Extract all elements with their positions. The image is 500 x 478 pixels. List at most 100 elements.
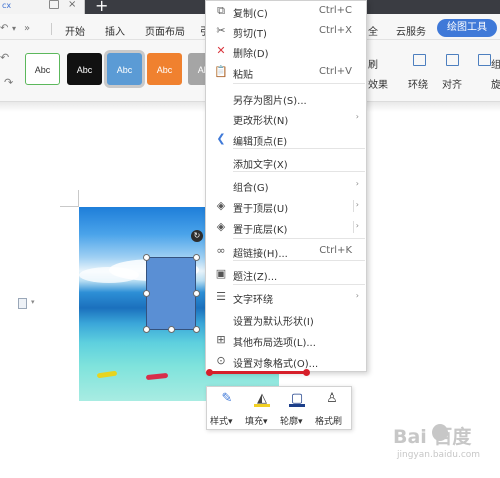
- wrap-icon[interactable]: [413, 54, 426, 66]
- selected-rectangle-shape[interactable]: [146, 257, 196, 330]
- menu-item-label: 设置对象格式(O)...: [233, 359, 319, 370]
- resize-handle[interactable]: [143, 326, 150, 333]
- effects-button[interactable]: 效果: [368, 76, 388, 91]
- outline-tool-label: 轮廓▾: [280, 417, 303, 427]
- menu-item-label: 另存为图片(S)...: [233, 96, 307, 107]
- align-button[interactable]: 对齐: [442, 76, 462, 91]
- tab-insert[interactable]: 插入: [105, 23, 125, 38]
- paragraph-layout-icon[interactable]: [18, 298, 27, 309]
- resize-handle[interactable]: [143, 290, 150, 297]
- split-separator: [353, 221, 354, 233]
- redo-icon[interactable]: ↷: [4, 76, 13, 89]
- menu-item-hyperlink[interactable]: ∞ 超链接(H)... Ctrl+K: [206, 241, 366, 261]
- shortcut-text: Ctrl+V: [318, 66, 352, 77]
- dropdown-icon[interactable]: ▾: [12, 24, 16, 33]
- menu-item-paste[interactable]: 📋 粘贴 Ctrl+V: [206, 62, 366, 82]
- resize-handle[interactable]: [168, 326, 175, 333]
- tab-home[interactable]: 开始: [65, 23, 85, 38]
- menu-item-delete[interactable]: ✕ 删除(D): [206, 41, 366, 61]
- fill-tool-button[interactable]: ◭ 填充▾: [245, 391, 279, 427]
- resize-handle[interactable]: [193, 254, 200, 261]
- chevron-right-icon: ›: [355, 179, 359, 188]
- style-tool-button[interactable]: ✎ 样式▾: [210, 391, 244, 427]
- menu-item-group[interactable]: 组合(G) ›: [206, 175, 366, 195]
- chevron-right-icon: ›: [355, 112, 359, 121]
- tab-security[interactable]: 全: [368, 23, 378, 38]
- menu-item-set-default-shape[interactable]: 设置为默认形状(I): [206, 309, 366, 329]
- fill-bucket-icon: ◭: [254, 391, 270, 407]
- group-button[interactable]: 组: [491, 56, 500, 71]
- menu-divider: [233, 83, 365, 84]
- shape-style-option-selected[interactable]: Abc: [107, 53, 142, 85]
- new-tab-button[interactable]: +: [95, 0, 108, 15]
- more-icon[interactable]: »: [24, 23, 30, 34]
- menu-item-label: 添加文字(X): [233, 160, 288, 171]
- wrap-button[interactable]: 环绕: [408, 76, 428, 91]
- edit-points-icon: ❮: [216, 132, 226, 145]
- align-icon[interactable]: [446, 54, 459, 66]
- rotate-handle-icon[interactable]: ↻: [191, 230, 203, 242]
- document-tab-label: cx: [2, 1, 12, 10]
- menu-item-caption[interactable]: ▣ 题注(Z)...: [206, 264, 366, 284]
- brush-label[interactable]: 刷: [368, 56, 378, 71]
- kayak: [145, 372, 169, 381]
- resize-handle[interactable]: [143, 254, 150, 261]
- format-painter-tool-button[interactable]: ♙ 格式刷: [315, 391, 349, 427]
- text-wrap-icon: ☰: [216, 290, 226, 303]
- menu-item-change-shape[interactable]: 更改形状(N) ›: [206, 108, 366, 128]
- resize-handle[interactable]: [193, 290, 200, 297]
- menu-item-label: 题注(Z)...: [233, 272, 278, 283]
- chevron-down-icon[interactable]: ▾: [31, 298, 35, 306]
- undo-icon[interactable]: ↶: [0, 51, 9, 64]
- group-icon[interactable]: [478, 54, 491, 66]
- shape-style-option[interactable]: Abc: [25, 53, 60, 85]
- menu-item-format-object[interactable]: ⊙ 设置对象格式(O)...: [206, 351, 366, 371]
- split-separator: [353, 200, 354, 212]
- menu-item-label: 文字环绕: [233, 295, 273, 306]
- fill-tool-label: 填充▾: [245, 417, 268, 427]
- annotation-underline: [209, 371, 308, 374]
- menu-item-bring-to-front[interactable]: ◈ 置于顶层(U) ›: [206, 196, 366, 216]
- menu-divider: [233, 238, 365, 239]
- menu-item-copy[interactable]: ⧉ 复制(C) Ctrl+C: [206, 1, 366, 21]
- menu-item-label: 超链接(H)...: [233, 249, 288, 260]
- menu-item-cut[interactable]: ✂ 剪切(T) Ctrl+X: [206, 21, 366, 41]
- menu-divider: [233, 260, 365, 261]
- chevron-right-icon: ›: [355, 291, 359, 300]
- menu-item-label: 设置为默认形状(I): [233, 317, 314, 328]
- brush-icon: ✎: [221, 391, 233, 406]
- menu-item-send-to-back[interactable]: ◈ 置于底层(K) ›: [206, 217, 366, 237]
- menu-item-text-wrap[interactable]: ☰ 文字环绕 ›: [206, 287, 366, 307]
- document-tab[interactable]: cx ×: [0, 0, 85, 14]
- undo-icon[interactable]: ↶: [0, 23, 8, 34]
- menu-separator: [51, 23, 52, 35]
- menu-item-label: 粘贴: [233, 70, 253, 81]
- shape-style-option[interactable]: Abc: [67, 53, 102, 85]
- menu-item-add-text[interactable]: 添加文字(X): [206, 152, 366, 172]
- delete-icon: ✕: [216, 44, 226, 57]
- annotation-dot: [206, 369, 213, 376]
- menu-divider: [233, 284, 365, 285]
- rotate-button[interactable]: 旋: [491, 76, 500, 91]
- tab-cloud-service[interactable]: 云服务: [396, 23, 426, 38]
- shape-style-option[interactable]: Abc: [147, 53, 182, 85]
- tab-drawing-tools[interactable]: 绘图工具: [437, 19, 497, 37]
- close-icon[interactable]: ×: [68, 0, 76, 10]
- menu-item-more-layout[interactable]: ⊞ 其他布局选项(L)...: [206, 330, 366, 350]
- format-object-icon: ⊙: [216, 354, 226, 367]
- paste-icon: 📋: [214, 65, 228, 78]
- chevron-right-icon: ›: [355, 221, 359, 230]
- resize-handle[interactable]: [193, 326, 200, 333]
- menu-item-save-as-picture[interactable]: 另存为图片(S)...: [206, 88, 366, 108]
- tab-page-layout[interactable]: 页面布局: [145, 23, 185, 38]
- outline-tool-button[interactable]: ▢ 轮廓▾: [280, 391, 314, 427]
- menu-item-edit-points[interactable]: ❮ 编辑顶点(E): [206, 129, 366, 149]
- menu-item-label: 删除(D): [233, 49, 269, 60]
- menu-item-label: 置于顶层(U): [233, 204, 289, 215]
- menu-item-label: 置于底层(K): [233, 225, 288, 236]
- menu-item-label: 更改形状(N): [233, 116, 289, 127]
- layout-icon: ⊞: [216, 333, 226, 346]
- margin-marker: [78, 190, 79, 207]
- paw-icon: [432, 424, 448, 441]
- menu-item-label: 编辑顶点(E): [233, 137, 288, 148]
